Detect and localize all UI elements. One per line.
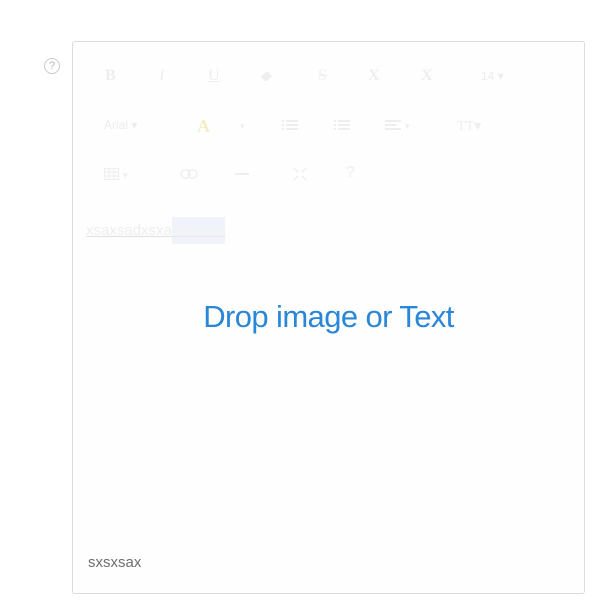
horizontal-rule-icon[interactable]	[235, 173, 249, 175]
strikethrough-button[interactable]: S	[318, 67, 327, 85]
editor-text: xsaxsadxsxa	[86, 222, 172, 239]
editor-footer-text: sxsxsax	[88, 554, 142, 571]
editor-content-line[interactable]: xsaxsadxsxasxsxsax	[86, 217, 226, 244]
drop-zone-hint: Drop image or Text	[203, 299, 454, 334]
superscript-button[interactable]: X	[368, 67, 380, 85]
font-size-dropdown[interactable]: 14 ▾	[481, 69, 504, 83]
page: ? B I U S X X 14 ▾ Arial ▾ A ▾ ▾ TT▾ ▾ ?…	[0, 0, 596, 611]
align-caret[interactable]: ▾	[405, 121, 410, 132]
subscript-label: X	[421, 67, 433, 84]
subscript-button[interactable]: X	[421, 67, 433, 85]
fullscreen-icon[interactable]	[293, 167, 307, 181]
highlight-color-button[interactable]: A	[197, 116, 210, 137]
editor-selected-text: sxsxsax	[171, 217, 226, 244]
rich-text-editor[interactable]: B I U S X X 14 ▾ Arial ▾ A ▾ ▾ TT▾ ▾ ? x…	[72, 41, 585, 594]
text-style-dropdown[interactable]: TT▾	[457, 118, 481, 135]
link-icon[interactable]	[180, 169, 198, 179]
superscript-label: X	[368, 67, 380, 84]
numbered-list-icon[interactable]	[334, 119, 350, 131]
align-icon[interactable]	[385, 119, 401, 131]
help-button[interactable]: ?	[346, 164, 355, 182]
bold-button[interactable]: B	[105, 67, 116, 85]
highlight-color-caret[interactable]: ▾	[240, 121, 245, 132]
eraser-icon[interactable]	[260, 70, 274, 82]
underline-button[interactable]: U	[208, 67, 220, 85]
italic-button[interactable]: I	[159, 67, 164, 85]
table-caret[interactable]: ▾	[123, 170, 128, 181]
font-name-dropdown[interactable]: Arial ▾	[104, 118, 137, 132]
table-icon[interactable]	[104, 168, 119, 180]
help-icon[interactable]: ?	[44, 58, 60, 74]
bulleted-list-icon[interactable]	[282, 119, 298, 131]
